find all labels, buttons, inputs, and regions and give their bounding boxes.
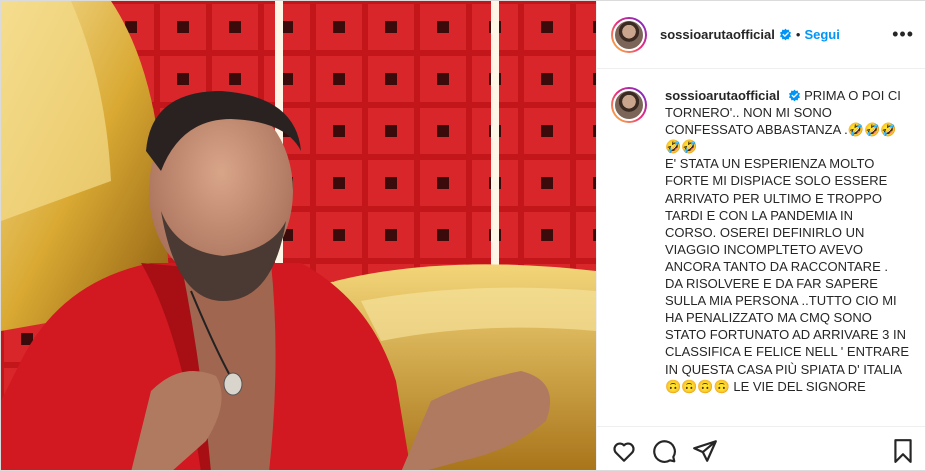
caption-avatar[interactable] <box>611 87 647 123</box>
comment-icon[interactable] <box>651 438 677 464</box>
caption-line: SULLA MIA PERSONA ..TUTTO CIO MI <box>665 293 897 309</box>
caption-line: ANCORA TANTO DA RACCONTARE . <box>665 258 888 274</box>
caption-line: 🙃🙃🙃🙃 LE VIE DEL SIGNORE <box>665 378 866 394</box>
verified-badge-icon <box>788 89 800 102</box>
share-icon[interactable] <box>692 438 718 464</box>
separator-dot: • <box>795 27 801 42</box>
caption-username-link[interactable]: sossioarutaofficial <box>665 88 780 103</box>
post-side-panel: sossioarutaofficial • Segui ••• sossioar… <box>596 1 925 470</box>
username-link[interactable]: sossioarutaofficial <box>660 27 775 42</box>
post-header: sossioarutaofficial • Segui ••• <box>597 1 925 69</box>
heart-icon[interactable] <box>611 438 637 464</box>
caption-line: E' STATA UN ESPERIENZA MOLTO <box>665 156 875 172</box>
follow-button[interactable]: Segui <box>804 27 839 42</box>
caption-avatar-image <box>613 89 645 121</box>
caption-line: VIAGGIO INCOMPLTETO AVEVO <box>665 241 863 257</box>
more-options-icon[interactable]: ••• <box>892 25 914 43</box>
caption-line: TARDI E CON LA PANDEMIA IN <box>665 207 854 223</box>
caption-line: sossioarutaofficial PRIMA O POI CI <box>665 87 915 104</box>
caption-line: CORSO. OSEREI DEFINIRLO UN <box>665 224 865 240</box>
caption-line-text: PRIMA O POI CI <box>804 88 901 103</box>
caption-line: 🤣🤣 <box>665 139 698 155</box>
caption-line: HA PENALIZZATO MA CMQ SONO <box>665 310 872 326</box>
verified-badge-icon <box>779 28 791 41</box>
caption-line: STATO FORTUNATO AD ARRIVARE 3 IN <box>665 327 907 343</box>
post-photo-image <box>1 1 596 470</box>
post-caption: sossioarutaofficial PRIMA O POI CI TORNE… <box>611 87 916 395</box>
avatar[interactable] <box>611 16 647 53</box>
caption-line: FORTE MI DISPIACE SOLO ESSERE <box>665 173 888 189</box>
caption-line: ARRIVATO PER ULTIMO E TROPPO <box>665 190 882 206</box>
caption-line: CONFESSATO ABBASTANZA .🤣🤣🤣 <box>665 122 897 138</box>
caption-line: CLASSIFICA E FELICE NELL ' ENTRARE <box>665 344 910 360</box>
instagram-post: sossioarutaofficial • Segui ••• sossioar… <box>0 0 926 471</box>
caption-line: IN QUESTA CASA PIÙ SPIATA D' ITALIA <box>665 361 903 377</box>
post-actions-bar <box>597 426 925 470</box>
caption-text: sossioarutaofficial PRIMA O POI CI TORNE… <box>665 87 915 395</box>
post-photo[interactable] <box>1 1 596 470</box>
caption-line: TORNERO'.. NON MI SONO <box>665 105 832 121</box>
bookmark-icon[interactable] <box>890 438 916 464</box>
caption-line: DA RISOLVERE E DA FAR SAPERE <box>665 276 878 292</box>
avatar-image <box>613 18 645 51</box>
